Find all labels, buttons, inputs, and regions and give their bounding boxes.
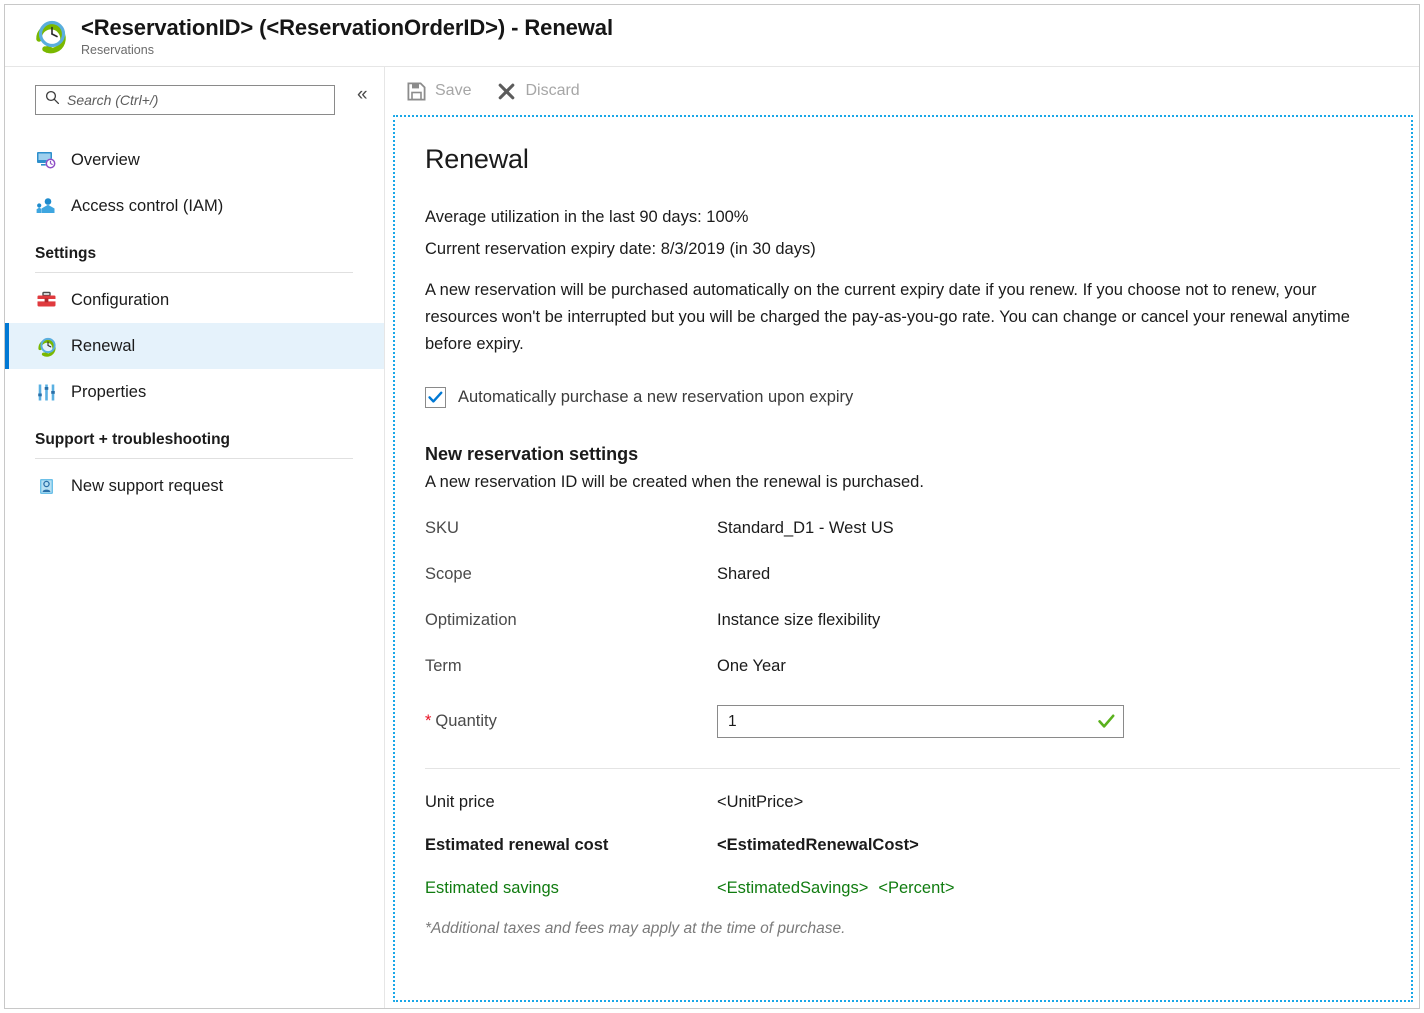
estimated-savings-amount: <EstimatedSavings> — [717, 879, 868, 897]
sidebar: « Overview — [5, 67, 384, 1008]
renewal-description: A new reservation will be purchased auto… — [425, 277, 1389, 358]
auto-purchase-checkbox-row[interactable]: Automatically purchase a new reservation… — [425, 387, 1389, 408]
overview-icon — [35, 149, 57, 171]
discard-x-icon — [497, 82, 516, 101]
collapse-sidebar-chevron-icon[interactable]: « — [357, 81, 368, 109]
auto-purchase-checkbox[interactable] — [425, 387, 446, 408]
pricing-row-estimated-renewal-cost: Estimated renewal cost <EstimatedRenewal… — [425, 836, 1389, 855]
search-box[interactable] — [35, 85, 335, 115]
field-value: Standard_D1 - West US — [717, 519, 894, 538]
configuration-toolbox-icon — [35, 289, 57, 311]
field-row-quantity: *Quantity — [425, 705, 1389, 738]
unit-price-value: <UnitPrice> — [717, 793, 803, 812]
content-area: Save Discard Renewal Average utilization… — [384, 67, 1419, 1008]
sidebar-item-access-control[interactable]: Access control (IAM) — [5, 183, 384, 229]
utilization-status: Average utilization in the last 90 days:… — [425, 201, 1389, 233]
sidebar-item-label: Access control (IAM) — [71, 197, 223, 216]
new-reservation-settings-subheading: A new reservation ID will be created whe… — [425, 473, 1389, 492]
sidebar-item-configuration[interactable]: Configuration — [5, 277, 384, 323]
pane-title: Renewal — [425, 143, 1389, 175]
search-input[interactable] — [67, 92, 297, 108]
breadcrumb: Reservations — [81, 42, 613, 58]
sidebar-group-divider — [35, 458, 353, 459]
estimated-renewal-cost-value: <EstimatedRenewalCost> — [717, 836, 919, 855]
field-row-term: Term One Year — [425, 657, 1389, 676]
header-text-group: <ReservationID> (<ReservationOrderID>) -… — [81, 15, 613, 58]
reservation-renewal-blade: <ReservationID> (<ReservationOrderID>) -… — [4, 4, 1420, 1009]
command-toolbar: Save Discard — [385, 67, 1419, 115]
pricing-row-estimated-savings: Estimated savings <EstimatedSavings> <Per… — [425, 879, 1389, 898]
pricing-divider — [425, 768, 1400, 769]
unit-price-label: Unit price — [425, 793, 717, 812]
save-button[interactable]: Save — [407, 76, 471, 106]
sidebar-item-label: Properties — [71, 383, 146, 402]
sidebar-group-support: Support + troubleshooting — [5, 415, 384, 459]
pricing-footnote: *Additional taxes and fees may apply at … — [425, 920, 1389, 938]
support-request-icon — [35, 475, 57, 497]
search-icon — [45, 90, 60, 110]
save-button-label: Save — [435, 82, 471, 100]
field-row-optimization: Optimization Instance size flexibility — [425, 611, 1389, 630]
estimated-savings-label: Estimated savings — [425, 879, 717, 898]
sidebar-search-row: « — [5, 85, 384, 115]
quantity-input-wrapper[interactable] — [717, 705, 1124, 738]
field-label: Term — [425, 657, 717, 676]
save-disk-icon — [407, 82, 426, 101]
pricing-row-unit-price: Unit price <UnitPrice> — [425, 793, 1389, 812]
sidebar-nav-list: Overview Access control (IAM) — [5, 137, 384, 509]
expiry-status: Current reservation expiry date: 8/3/201… — [425, 233, 1389, 265]
quantity-label-text: Quantity — [435, 712, 496, 730]
sidebar-group-divider — [35, 272, 353, 273]
sidebar-group-title: Support + troubleshooting — [35, 431, 384, 449]
estimated-savings-percent: <Percent> — [878, 879, 954, 897]
sidebar-item-label: Renewal — [71, 337, 135, 356]
auto-purchase-checkbox-label[interactable]: Automatically purchase a new reservation… — [458, 388, 853, 407]
sidebar-item-label: New support request — [71, 477, 223, 496]
required-marker: * — [425, 712, 431, 730]
field-label: Optimization — [425, 611, 717, 630]
sidebar-item-overview[interactable]: Overview — [5, 137, 384, 183]
access-control-icon — [35, 195, 57, 217]
new-reservation-settings-heading: New reservation settings — [425, 444, 1389, 465]
sidebar-group-settings: Settings — [5, 229, 384, 273]
sidebar-group-title: Settings — [35, 245, 384, 263]
sidebar-item-label: Configuration — [71, 291, 169, 310]
sidebar-item-properties[interactable]: Properties — [5, 369, 384, 415]
sidebar-item-label: Overview — [71, 151, 140, 170]
quantity-stepper[interactable] — [728, 713, 1098, 731]
field-label: Scope — [425, 565, 717, 584]
renewal-pane: Renewal Average utilization in the last … — [393, 115, 1413, 1002]
quantity-label: *Quantity — [425, 712, 717, 731]
discard-button-label: Discard — [525, 82, 579, 100]
page-title: <ReservationID> (<ReservationOrderID>) -… — [81, 15, 613, 41]
blade-header: <ReservationID> (<ReservationOrderID>) -… — [5, 5, 1419, 67]
sidebar-item-new-support-request[interactable]: New support request — [5, 463, 384, 509]
properties-sliders-icon — [35, 381, 57, 403]
estimated-savings-value: <EstimatedSavings> <Percent> — [717, 879, 954, 898]
field-value: Shared — [717, 565, 770, 584]
reservation-clock-icon — [31, 17, 69, 57]
blade-body: « Overview — [5, 67, 1419, 1008]
field-row-sku: SKU Standard_D1 - West US — [425, 519, 1389, 538]
discard-button[interactable]: Discard — [497, 76, 579, 106]
field-row-scope: Scope Shared — [425, 565, 1389, 584]
field-label: SKU — [425, 519, 717, 538]
green-check-icon — [1098, 714, 1115, 729]
sidebar-item-renewal[interactable]: Renewal — [5, 323, 384, 369]
estimated-renewal-cost-label: Estimated renewal cost — [425, 836, 717, 855]
renewal-clock-icon — [35, 335, 57, 357]
field-value: One Year — [717, 657, 786, 676]
field-value: Instance size flexibility — [717, 611, 880, 630]
